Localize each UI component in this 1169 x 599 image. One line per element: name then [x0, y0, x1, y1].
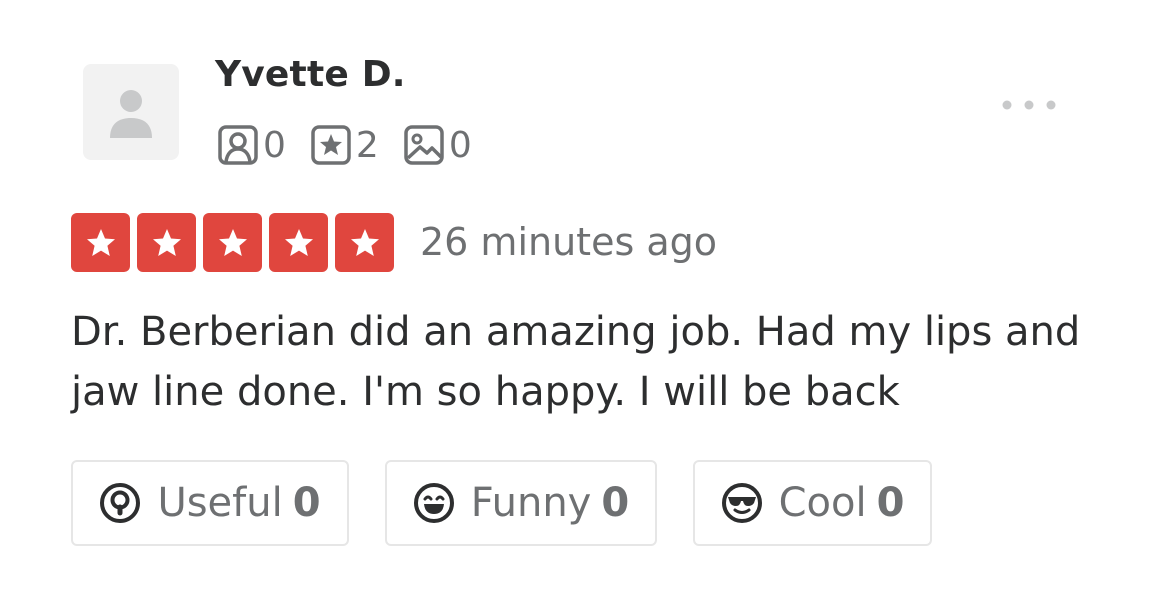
reviewer-stats: 0 2 0: [217, 122, 496, 168]
star-rating: [71, 213, 394, 272]
laughing-face-icon: [413, 482, 455, 524]
cool-label: Cool: [778, 480, 867, 526]
cool-button[interactable]: Cool 0: [693, 460, 932, 546]
friends-icon: [217, 124, 259, 166]
rating-star: [335, 213, 394, 272]
rating-star: [269, 213, 328, 272]
photos-stat: 0: [403, 124, 472, 166]
photos-count: 0: [448, 124, 472, 166]
review-card: Yvette D. 0 2 0 26 minutes ago Dr. Berbe…: [0, 0, 1169, 599]
photo-icon: [403, 124, 445, 166]
reviews-count: 2: [355, 124, 379, 166]
star-icon: [350, 228, 379, 256]
review-star-icon: [310, 124, 352, 166]
funny-button[interactable]: Funny 0: [385, 460, 657, 546]
funny-count: 0: [601, 480, 630, 526]
friends-stat: 0: [217, 124, 286, 166]
star-icon: [152, 228, 181, 256]
star-icon: [86, 228, 115, 256]
star-icon: [284, 228, 313, 256]
sunglasses-face-icon: [721, 482, 763, 524]
rating-star: [203, 213, 262, 272]
useful-button[interactable]: Useful 0: [71, 460, 349, 546]
reviews-stat: 2: [310, 124, 379, 166]
useful-label: Useful: [157, 480, 283, 526]
avatar[interactable]: [83, 64, 179, 160]
friends-count: 0: [263, 124, 286, 166]
star-icon: [218, 228, 247, 256]
more-options-button[interactable]: [996, 90, 1066, 120]
useful-count: 0: [292, 480, 321, 526]
lightbulb-icon: [99, 482, 141, 524]
more-options-icon: [1002, 100, 1056, 110]
review-text: Dr. Berberian did an amazing job. Had my…: [71, 309, 1081, 415]
rating-star: [137, 213, 196, 272]
rating-star: [71, 213, 130, 272]
review-timestamp: 26 minutes ago: [420, 220, 717, 264]
reviewer-name[interactable]: Yvette D.: [215, 54, 406, 95]
funny-label: Funny: [470, 480, 592, 526]
default-user-icon: [110, 90, 152, 138]
cool-count: 0: [876, 480, 905, 526]
